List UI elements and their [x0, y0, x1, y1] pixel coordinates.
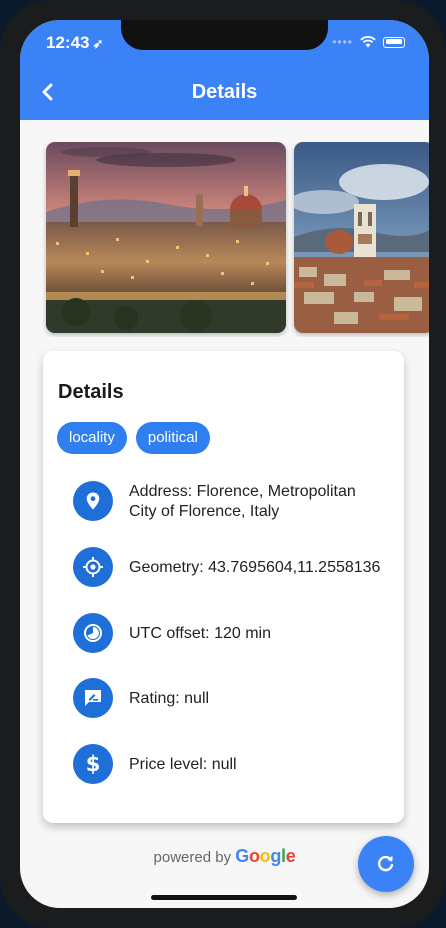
- place-photo-1[interactable]: [46, 142, 286, 333]
- home-indicator[interactable]: [151, 895, 297, 900]
- refresh-icon: [377, 855, 394, 872]
- rating-text: Rating: null: [129, 690, 210, 707]
- signal-icon: ••••: [332, 35, 353, 49]
- address-text: Address: Florence, Metropolitan City of …: [129, 483, 356, 520]
- utc-offset-text: UTC offset: 120 min: [129, 625, 271, 642]
- florence-dusk-image: [46, 142, 286, 333]
- app-screen: 12:43 ➶ •••• Details Details locality po…: [20, 20, 429, 908]
- detail-row-address: Address: Florence, Metropolitan City of …: [73, 481, 393, 523]
- detail-row-price-level: $ Price level: null: [73, 744, 393, 786]
- detail-row-rating: Rating: null: [73, 678, 393, 720]
- status-icons: ••••: [332, 35, 405, 49]
- device-notch: [121, 20, 328, 50]
- time-zone-icon: [73, 613, 113, 653]
- detail-row-utc-offset: UTC offset: 120 min: [73, 613, 393, 655]
- photo-carousel[interactable]: [40, 142, 429, 337]
- app-bar: 12:43 ➶ •••• Details: [20, 20, 429, 120]
- geometry-text: Geometry: 43.7695604,11.2558136: [129, 559, 381, 576]
- dollar-icon: $: [73, 744, 113, 784]
- chip-locality[interactable]: locality: [57, 422, 127, 454]
- battery-icon: [383, 36, 405, 48]
- florence-bell-tower-image: [294, 142, 429, 333]
- detail-row-geometry: Geometry: 43.7695604,11.2558136: [73, 547, 393, 589]
- type-chips: locality political: [57, 422, 210, 454]
- status-time: 12:43 ➶: [46, 33, 104, 52]
- details-card: Details locality political Address: Flor…: [43, 351, 404, 823]
- wifi-icon: [360, 36, 376, 48]
- refresh-button[interactable]: [358, 836, 414, 892]
- rate-review-icon: [73, 678, 113, 718]
- gps-target-icon: [73, 547, 113, 587]
- google-logo: Google: [235, 846, 296, 866]
- location-arrow-icon: ➶: [92, 36, 104, 51]
- card-title: Details: [58, 381, 124, 403]
- price-level-text: Price level: null: [129, 756, 237, 773]
- page-title: Details: [191, 81, 258, 103]
- phone-frame: 12:43 ➶ •••• Details Details locality po…: [0, 0, 446, 928]
- chip-political[interactable]: political: [135, 422, 210, 454]
- place-photo-2[interactable]: [294, 142, 429, 333]
- location-pin-icon: [73, 481, 113, 521]
